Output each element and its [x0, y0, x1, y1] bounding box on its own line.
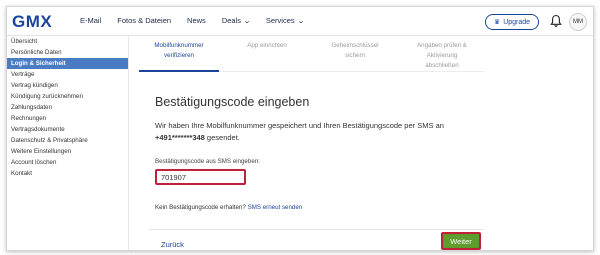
step-label-line: abschließen	[425, 62, 459, 69]
sidebar-item-datenschutz[interactable]: Datenschutz & Privatsphäre	[7, 135, 128, 146]
chevron-down-icon: ⌄	[296, 17, 305, 25]
nav-label: News	[187, 16, 206, 25]
sidebar-item-account-loeschen[interactable]: Account löschen	[7, 157, 128, 168]
phone-number: +491*******348	[155, 133, 205, 142]
sms-info-prefix: Wir haben Ihre Mobilfunknummer gespeiche…	[155, 121, 444, 130]
sidebar: Übersicht Persönliche Daten Login & Sich…	[7, 36, 129, 250]
sms-info-suffix: gesendet.	[204, 133, 240, 142]
sidebar-item-zahlungsdaten[interactable]: Zahlungsdaten	[7, 102, 128, 113]
next-button[interactable]: Weiter	[441, 232, 481, 250]
step-label-line: verifizieren	[164, 52, 194, 59]
sidebar-item-vertragsdokumente[interactable]: Vertragsdokumente	[7, 124, 128, 135]
nav-label: E-Mail	[80, 16, 102, 25]
step-label-line: Mobilfunknummer	[154, 42, 204, 49]
sidebar-item-kuendigung-zuruecknehmen[interactable]: Kündigung zurücknehmen	[7, 91, 128, 102]
footer-divider	[149, 229, 484, 230]
step-label-line: Geheimschlüssel	[331, 42, 379, 49]
browser-frame: GMX E-Mail Fotos & Dateien News Deals ⌄ S…	[6, 6, 594, 251]
sidebar-item-login-sicherheit[interactable]: Login & Sicherheit	[7, 58, 128, 69]
step-angaben-pruefen: Angaben prüfen & Aktivierung abschließen	[402, 41, 482, 71]
nav-item-fotos-dateien[interactable]: Fotos & Dateien	[117, 16, 171, 25]
resend-row: Kein Bestätigungscode erhalten? SMS erne…	[155, 204, 302, 211]
code-field-label: Bestätigungscode aus SMS eingeben:	[155, 158, 260, 165]
nav-label: Services	[265, 16, 295, 25]
sidebar-item-kontakt[interactable]: Kontakt	[7, 168, 128, 179]
sidebar-item-vertrag-kuendigen[interactable]: Vertrag kündigen	[7, 80, 128, 91]
confirmation-code-input[interactable]	[155, 169, 246, 185]
sidebar-item-rechnungen[interactable]: Rechnungen	[7, 113, 128, 124]
nav-item-services[interactable]: Services ⌄	[265, 16, 305, 25]
nav-label: Fotos & Dateien	[117, 16, 172, 25]
step-geheimschluessel: Geheimschlüssel sichern	[315, 41, 395, 61]
upgrade-button[interactable]: ♛ Upgrade	[485, 14, 539, 30]
top-header: GMX E-Mail Fotos & Dateien News Deals ⌄ S…	[7, 7, 593, 36]
resend-sms-link[interactable]: SMS erneut senden	[248, 204, 303, 211]
nav-item-deals[interactable]: Deals ⌄	[221, 16, 252, 25]
step-label-line: Angaben prüfen &	[417, 42, 467, 49]
nav-item-email[interactable]: E-Mail	[80, 16, 101, 25]
step-track-active	[139, 70, 219, 72]
step-label-line: Aktivierung	[426, 52, 458, 59]
sidebar-item-persoenliche-daten[interactable]: Persönliche Daten	[7, 47, 128, 58]
page-title: Bestätigungscode eingeben	[155, 95, 310, 109]
next-button-label: Weiter	[444, 235, 478, 247]
main-nav: E-Mail Fotos & Dateien News Deals ⌄ Servi…	[80, 16, 320, 25]
upgrade-label: Upgrade	[503, 18, 531, 26]
sidebar-item-weitere-einstellungen[interactable]: Weitere Einstellungen	[7, 146, 128, 157]
step-label-line: App einrichten	[247, 42, 287, 49]
step-mobilfunknummer: Mobilfunknummer verifizieren	[139, 41, 219, 61]
step-progress: Mobilfunknummer verifizieren App einrich…	[139, 36, 484, 74]
avatar[interactable]: MM	[569, 13, 587, 31]
sidebar-item-vertraege[interactable]: Verträge	[7, 69, 128, 80]
nav-label: Deals	[221, 16, 241, 25]
sms-info-text: Wir haben Ihre Mobilfunknummer gespeiche…	[155, 120, 485, 144]
step-app-einrichten: App einrichten	[227, 41, 307, 51]
crown-icon: ♛	[493, 19, 501, 26]
resend-text: Kein Bestätigungscode erhalten?	[155, 204, 246, 211]
step-label-line: sichern	[345, 52, 365, 59]
nav-item-news[interactable]: News	[187, 16, 206, 25]
back-link[interactable]: Zurück	[161, 240, 184, 249]
bell-icon[interactable]	[550, 14, 562, 28]
chevron-down-icon: ⌄	[242, 17, 252, 25]
main-content: Mobilfunknummer verifizieren App einrich…	[139, 36, 484, 250]
sidebar-item-uebersicht[interactable]: Übersicht	[7, 36, 128, 47]
gmx-logo[interactable]: GMX	[12, 12, 52, 32]
